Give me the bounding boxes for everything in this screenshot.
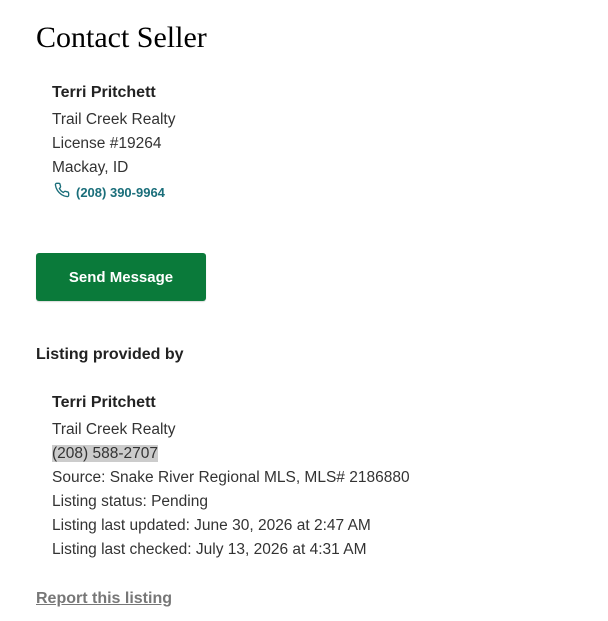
seller-contact-card: Terri Pritchett Trail Creek Realty Licen… xyxy=(52,82,175,203)
provider-phone[interactable]: (208) 588-2707 xyxy=(52,445,158,462)
report-listing-link[interactable]: Report this listing xyxy=(36,588,172,610)
seller-company: Trail Creek Realty xyxy=(52,111,176,128)
listing-last-checked: Listing last checked: July 13, 2026 at 4… xyxy=(52,541,367,558)
provider-name: Terri Pritchett xyxy=(52,394,156,411)
seller-phone-link[interactable]: (208) 390-9964 xyxy=(52,182,175,203)
seller-phone-number: (208) 390-9964 xyxy=(76,185,165,200)
seller-license: License #19264 xyxy=(52,135,162,152)
phone-icon xyxy=(54,182,72,198)
listing-source: Source: Snake River Regional MLS, MLS# 2… xyxy=(52,469,410,486)
listing-last-updated: Listing last updated: June 30, 2026 at 2… xyxy=(52,517,371,534)
provider-phone-row: (208) 588-2707 xyxy=(52,442,410,466)
page-title: Contact Seller xyxy=(36,21,207,54)
listing-status: Listing status: Pending xyxy=(52,493,208,510)
send-message-button[interactable]: Send Message xyxy=(36,253,206,301)
seller-name: Terri Pritchett xyxy=(52,84,156,101)
provider-company: Trail Creek Realty xyxy=(52,421,176,438)
listing-provided-heading: Listing provided by xyxy=(36,346,184,363)
seller-location: Mackay, ID xyxy=(52,159,129,176)
listing-provider-card: Terri Pritchett Trail Creek Realty (208)… xyxy=(52,392,410,562)
